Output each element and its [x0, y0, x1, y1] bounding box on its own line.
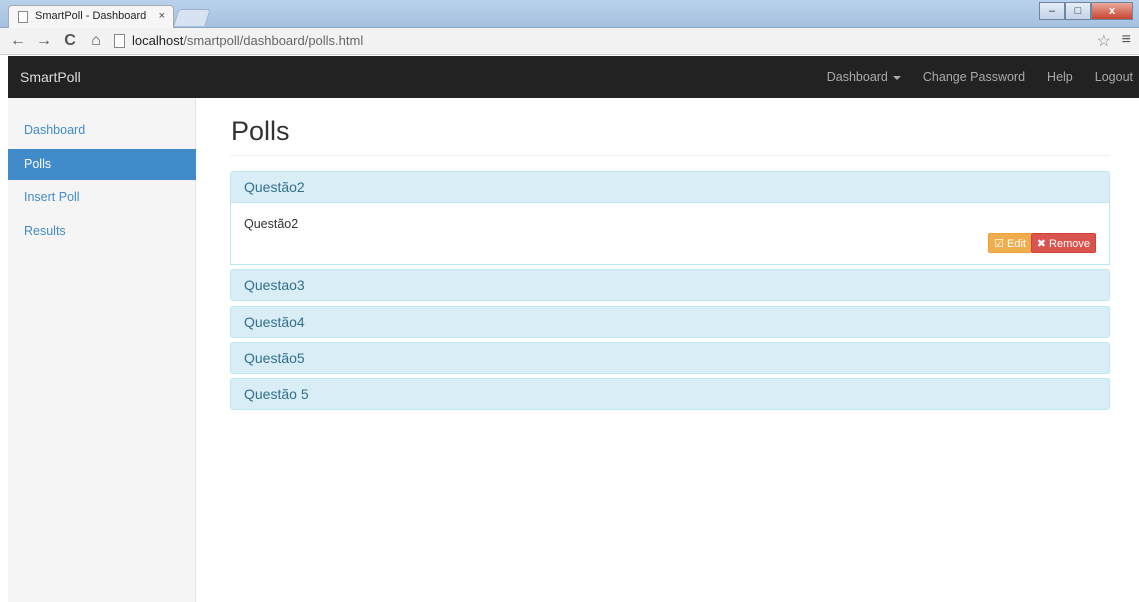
page-icon	[18, 11, 28, 23]
browser-tab[interactable]: SmartPoll - Dashboard ×	[8, 5, 174, 28]
browser-menu-icon[interactable]: ≡	[1122, 31, 1131, 49]
poll-panel-heading[interactable]: Questão 5	[230, 378, 1110, 410]
close-window-button[interactable]: x	[1091, 2, 1133, 20]
top-navbar: SmartPoll Dashboard Change Password Help…	[8, 56, 1139, 98]
page-title: Polls	[231, 116, 290, 146]
poll-question-text: Questão2	[244, 217, 299, 231]
nav-change-password[interactable]: Change Password	[923, 70, 1025, 84]
brand-logo[interactable]: SmartPoll	[20, 69, 81, 85]
caret-down-icon	[892, 75, 901, 80]
title-divider	[230, 155, 1110, 156]
sidebar: Dashboard Polls Insert Poll Results	[8, 98, 196, 602]
edit-icon: ☑	[994, 238, 1004, 250]
reload-icon[interactable]: C	[62, 32, 78, 50]
tab-close-icon[interactable]: ×	[159, 10, 165, 22]
address-field[interactable]: localhost/smartpoll/dashboard/polls.html	[110, 31, 1120, 52]
browser-nav: ← → C ⌂	[10, 32, 104, 50]
remove-label: Remove	[1049, 238, 1090, 250]
poll-panel-heading[interactable]: Questão5	[230, 342, 1110, 374]
sidebar-item-dashboard[interactable]: Dashboard	[8, 115, 196, 146]
navbar-links: Dashboard Change Password Help Logout	[805, 56, 1133, 98]
nav-logout[interactable]: Logout	[1095, 70, 1133, 84]
tab-title: SmartPoll - Dashboard	[35, 10, 147, 22]
forward-icon[interactable]: →	[36, 32, 52, 50]
page-icon	[114, 34, 125, 48]
poll-panel-heading[interactable]: Questão2	[230, 171, 1110, 203]
maximize-button[interactable]: □	[1065, 2, 1091, 20]
url-host: localhost	[132, 33, 184, 48]
nav-dashboard-label: Dashboard	[826, 70, 888, 84]
poll-panel-heading[interactable]: Questão4	[230, 306, 1110, 338]
sidebar-item-polls[interactable]: Polls	[8, 149, 196, 180]
remove-button[interactable]: ✖ Remove	[1030, 233, 1096, 253]
new-tab-button[interactable]	[173, 9, 211, 26]
poll-panel-heading[interactable]: Questao3	[230, 269, 1110, 301]
url-path: /smartpoll/dashboard/polls.html	[183, 33, 364, 48]
browser-titlebar: SmartPoll - Dashboard × – □ x	[0, 0, 1139, 28]
sidebar-item-results[interactable]: Results	[8, 216, 196, 247]
nav-help[interactable]: Help	[1047, 70, 1073, 84]
bookmark-star-icon[interactable]: ☆	[1097, 31, 1111, 51]
back-icon[interactable]: ←	[10, 32, 26, 50]
poll-panel-body: Questão2 ☑ Edit ✖ Remove	[230, 203, 1110, 265]
home-icon[interactable]: ⌂	[88, 32, 104, 50]
window-controls: – □ x	[1039, 2, 1133, 20]
nav-dashboard-dropdown[interactable]: Dashboard	[827, 70, 901, 84]
minimize-button[interactable]: –	[1039, 2, 1065, 20]
browser-toolbar: ← → C ⌂ localhost/smartpoll/dashboard/po…	[0, 28, 1139, 55]
sidebar-item-insert-poll[interactable]: Insert Poll	[8, 182, 196, 213]
edit-label: Edit	[1007, 238, 1026, 250]
remove-icon: ✖	[1036, 238, 1046, 250]
edit-button[interactable]: ☑ Edit	[988, 233, 1032, 253]
